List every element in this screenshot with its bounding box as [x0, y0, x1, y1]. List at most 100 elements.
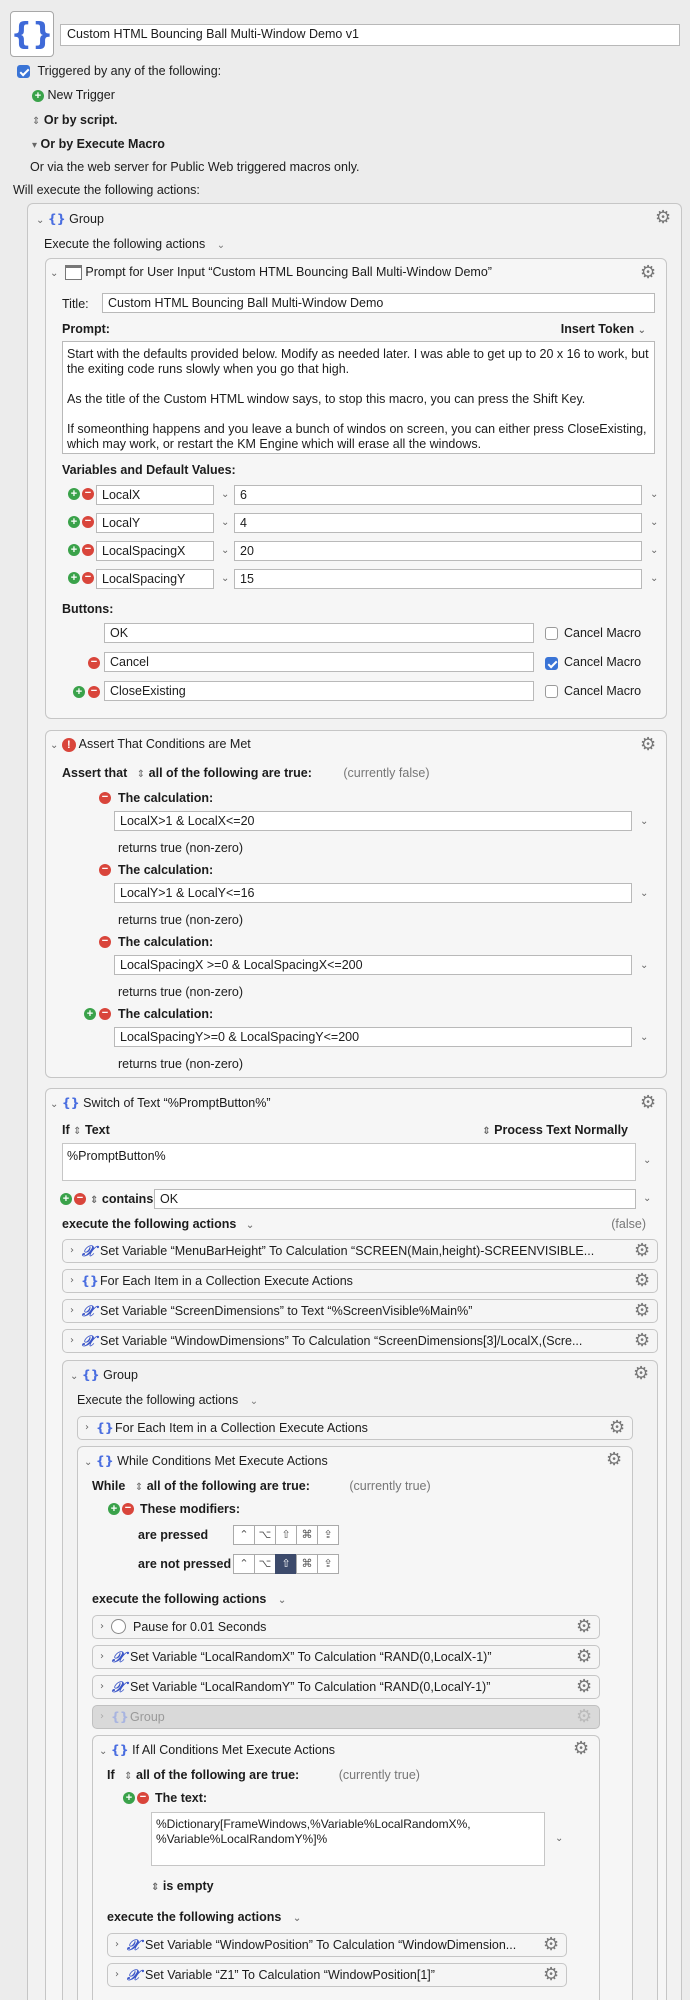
var-value-input[interactable]: 20	[234, 541, 642, 561]
chevron-down-icon[interactable]: ⌄	[50, 740, 58, 751]
group-action[interactable]: ⌄ {} Group ⚙ Execute the following actio…	[27, 203, 682, 2000]
capslock-key-toggle[interactable]: ⇪	[317, 1525, 339, 1545]
text-source-label[interactable]: Text	[85, 1123, 110, 1137]
calc-input[interactable]: LocalSpacingX >=0 & LocalSpacingX<=200	[114, 955, 632, 975]
switch-header[interactable]: ⌄ {} Switch of Text “%PromptButton%”	[50, 1095, 271, 1110]
chevron-down-icon[interactable]: ⌄	[221, 573, 229, 584]
chevron-right-icon[interactable]: ›	[115, 1969, 119, 1980]
gear-icon[interactable]: ⚙	[640, 736, 658, 754]
minus-icon[interactable]: −	[82, 516, 94, 528]
minus-icon[interactable]: −	[99, 864, 111, 876]
updown-icon[interactable]: ⇕	[137, 769, 145, 780]
chevron-right-icon[interactable]: ›	[100, 1651, 104, 1662]
var-name-input[interactable]: LocalSpacingX	[96, 541, 214, 561]
control-key-toggle[interactable]: ⌃	[233, 1554, 255, 1574]
gear-icon[interactable]: ⚙	[543, 1966, 561, 1984]
if-action[interactable]: ⌄ {} If All Conditions Met Execute Actio…	[92, 1735, 600, 2000]
var-value-input[interactable]: 15	[234, 569, 642, 589]
group-exec-label[interactable]: Execute the following actions ⌄	[44, 237, 225, 251]
chevron-down-icon[interactable]: ⌄	[36, 215, 44, 226]
switch-text-field[interactable]: %PromptButton%	[62, 1143, 636, 1181]
option-key-toggle[interactable]: ⌥	[254, 1554, 276, 1574]
action-row[interactable]: › {} For Each Item in a Collection Execu…	[62, 1269, 658, 1293]
chevron-down-icon[interactable]: ⌄	[221, 517, 229, 528]
button-name-input[interactable]: Cancel	[104, 652, 534, 672]
plus-icon[interactable]: +	[108, 1503, 120, 1515]
chevron-down-icon[interactable]: ⌄	[70, 1371, 78, 1382]
plus-icon[interactable]: +	[73, 686, 85, 698]
gear-icon[interactable]: ⚙	[606, 1451, 624, 1469]
calc-input[interactable]: LocalY>1 & LocalY<=16	[114, 883, 632, 903]
chevron-down-icon[interactable]: ⌄	[84, 1457, 92, 1468]
gear-icon[interactable]: ⚙	[634, 1302, 652, 1320]
contains-menu[interactable]: ⇕ contains	[90, 1192, 153, 1206]
plus-icon[interactable]: +	[60, 1193, 72, 1205]
chevron-down-icon[interactable]: ⌄	[650, 517, 658, 528]
insert-token-menu[interactable]: Insert Token ⌄	[561, 322, 646, 336]
var-name-input[interactable]: LocalX	[96, 485, 214, 505]
plus-icon[interactable]: +	[68, 488, 80, 500]
action-row[interactable]: › 𝒳 Set Variable “ScreenDimensions” to T…	[62, 1299, 658, 1323]
chevron-right-icon[interactable]: ›	[85, 1422, 89, 1433]
gear-icon[interactable]: ⚙	[655, 209, 673, 227]
chevron-down-icon[interactable]: ⌄	[640, 960, 648, 971]
gear-icon[interactable]: ⚙	[634, 1332, 652, 1350]
by-execute-row[interactable]: ▾ Or by Execute Macro	[32, 137, 165, 151]
plus-icon[interactable]: +	[68, 544, 80, 556]
chevron-down-icon[interactable]: ⌄	[50, 1099, 58, 1110]
chevron-right-icon[interactable]: ›	[70, 1275, 74, 1286]
button-name-input[interactable]: CloseExisting	[104, 681, 534, 701]
chevron-down-icon[interactable]: ⌄	[640, 1032, 648, 1043]
calc-input[interactable]: LocalSpacingY>=0 & LocalSpacingY<=200	[114, 1027, 632, 1047]
chevron-down-icon[interactable]: ⌄	[640, 888, 648, 899]
gear-icon[interactable]: ⚙	[543, 1936, 561, 1954]
gear-icon[interactable]: ⚙	[609, 1419, 627, 1437]
triggered-checkbox[interactable]	[17, 65, 30, 79]
all-following-label[interactable]: all of the following are true:	[147, 1479, 310, 1493]
gear-icon[interactable]: ⚙	[573, 1740, 591, 1758]
calc-input[interactable]: LocalX>1 & LocalX<=20	[114, 811, 632, 831]
gear-icon[interactable]: ⚙	[640, 264, 658, 282]
command-key-toggle[interactable]: ⌘	[296, 1554, 318, 1574]
shift-key-toggle[interactable]: ⇧	[275, 1525, 297, 1545]
cancel-macro-checkbox[interactable]	[545, 685, 558, 698]
var-name-input[interactable]: LocalY	[96, 513, 214, 533]
by-script-row[interactable]: ⇕ Or by script.	[32, 113, 118, 127]
updown-icon[interactable]: ⇕	[135, 1482, 143, 1493]
gear-icon[interactable]: ⚙	[633, 1365, 651, 1383]
assert-header[interactable]: ⌄ ! Assert That Conditions are Met	[50, 737, 251, 752]
chevron-right-icon[interactable]: ›	[70, 1245, 74, 1256]
all-following-label[interactable]: all of the following are true:	[149, 766, 312, 780]
all-following-label[interactable]: all of the following are true:	[136, 1768, 299, 1782]
chevron-right-icon[interactable]: ›	[100, 1681, 104, 1692]
minus-icon[interactable]: −	[74, 1193, 86, 1205]
is-empty-menu[interactable]: ⇕ is empty	[151, 1879, 214, 1893]
minus-icon[interactable]: −	[99, 936, 111, 948]
minus-icon[interactable]: −	[99, 792, 111, 804]
switch-action[interactable]: ⌄ {} Switch of Text “%PromptButton%” ⚙ I…	[45, 1088, 667, 2000]
minus-icon[interactable]: −	[82, 544, 94, 556]
command-key-toggle[interactable]: ⌘	[296, 1525, 318, 1545]
shift-key-toggle[interactable]: ⇧	[275, 1554, 297, 1574]
gear-icon[interactable]: ⚙	[576, 1618, 594, 1636]
chevron-down-icon[interactable]: ⌄	[650, 545, 658, 556]
chevron-down-icon[interactable]: ⌄	[650, 573, 658, 584]
prompt-title-input[interactable]: Custom HTML Bouncing Ball Multi-Window D…	[102, 293, 655, 313]
macro-title-input[interactable]: Custom HTML Bouncing Ball Multi-Window D…	[60, 24, 680, 46]
minus-icon[interactable]: −	[99, 1008, 111, 1020]
action-row[interactable]: › 𝒳 Set Variable “WindowPosition” To Cal…	[107, 1933, 567, 1957]
chevron-down-icon[interactable]: ⌄	[643, 1193, 651, 1204]
chevron-right-icon[interactable]: ›	[100, 1621, 104, 1632]
updown-icon[interactable]: ⇕	[124, 1771, 132, 1782]
chevron-down-icon[interactable]: ⌄	[643, 1155, 651, 1166]
updown-icon[interactable]: ⇕	[73, 1126, 81, 1137]
capslock-key-toggle[interactable]: ⇪	[317, 1554, 339, 1574]
group-header[interactable]: ⌄ {} Group	[70, 1367, 138, 1382]
chevron-down-icon[interactable]: ⌄	[650, 489, 658, 500]
minus-icon[interactable]: −	[88, 657, 100, 669]
chevron-right-icon[interactable]: ›	[115, 1939, 119, 1950]
prompt-textarea[interactable]: Start with the defaults provided below. …	[62, 341, 655, 454]
cancel-macro-checkbox[interactable]	[545, 657, 558, 671]
assert-action[interactable]: ⌄ ! Assert That Conditions are Met ⚙ Ass…	[45, 730, 667, 1078]
var-name-input[interactable]: LocalSpacingY	[96, 569, 214, 589]
